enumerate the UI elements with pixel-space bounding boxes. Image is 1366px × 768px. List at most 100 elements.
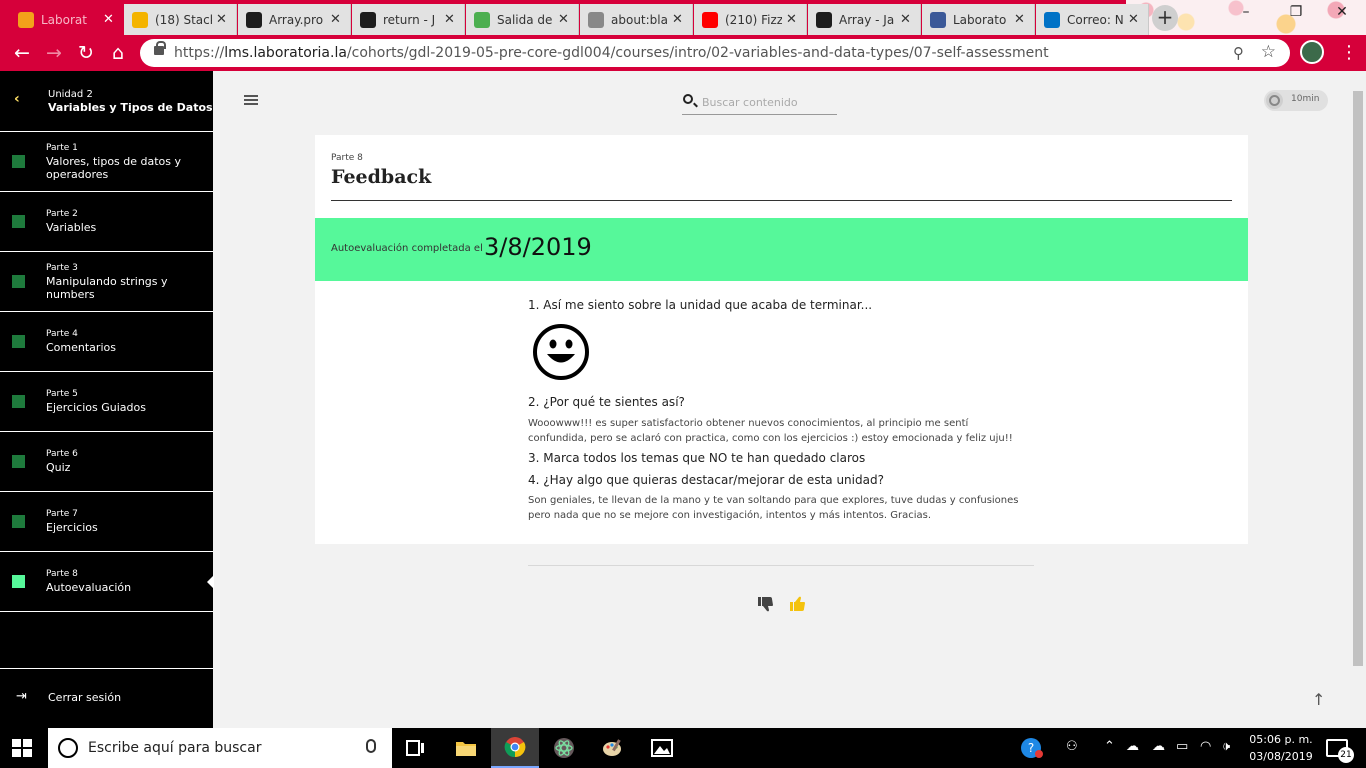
- sidebar-item-parte-4[interactable]: Parte 4 Comentarios: [0, 312, 213, 372]
- close-tab-icon[interactable]: ✕: [1014, 12, 1026, 27]
- minimize-button[interactable]: –: [1226, 4, 1266, 28]
- progress-square-icon: [12, 575, 25, 588]
- thumbs-down-icon[interactable]: [758, 596, 774, 612]
- atom-icon[interactable]: [540, 728, 588, 768]
- close-tab-icon[interactable]: ✕: [216, 12, 228, 27]
- progress-square-icon: [12, 155, 25, 168]
- active-indicator: [207, 575, 214, 589]
- chevron-left-icon[interactable]: ‹: [14, 91, 20, 107]
- browser-tab[interactable]: Laborato ✕: [922, 4, 1035, 35]
- sidebar-item-parte-8[interactable]: Parte 8 Autoevaluación: [0, 552, 214, 612]
- duration-label: 10min: [1291, 94, 1320, 104]
- reload-icon[interactable]: ↻: [72, 39, 100, 67]
- browser-tab[interactable]: Array - Ja ✕: [808, 4, 921, 35]
- browser-tab[interactable]: return - J ✕: [352, 4, 465, 35]
- restore-button[interactable]: ❐: [1276, 4, 1316, 28]
- volume-icon[interactable]: 🕩: [1222, 739, 1230, 754]
- part-title: Valores, tipos de datos y operadores: [46, 155, 182, 181]
- close-tab-icon[interactable]: ✕: [900, 12, 912, 27]
- close-tab-icon[interactable]: ✕: [444, 12, 456, 27]
- close-window-button[interactable]: ✕: [1322, 4, 1362, 28]
- browser-menu-icon[interactable]: ⋮: [1340, 42, 1358, 63]
- bookmark-star-icon[interactable]: ☆: [1261, 42, 1276, 62]
- question-2: 2. ¿Por qué te sientes así?: [528, 395, 685, 409]
- microphone-icon[interactable]: [366, 739, 376, 753]
- browser-tab[interactable]: Salida de ✕: [466, 4, 579, 35]
- battery-icon[interactable]: ▭: [1176, 739, 1188, 754]
- help-icon[interactable]: ?: [1020, 737, 1044, 763]
- back-arrow-icon[interactable]: ←: [8, 39, 36, 67]
- windows-start-icon[interactable]: [12, 739, 32, 757]
- tab-title: about:bla: [611, 12, 668, 27]
- progress-square-icon: [12, 455, 25, 468]
- sidebar-item-parte-2[interactable]: Parte 2 Variables: [0, 192, 213, 252]
- progress-square-icon: [12, 515, 25, 528]
- file-explorer-icon[interactable]: [442, 728, 490, 768]
- clock-icon: [1266, 92, 1283, 109]
- windows-taskbar: Escribe aquí para buscar ? ⚇ ⌃ ☁ ☁ ▭ ◠ 🕩…: [0, 728, 1366, 768]
- new-tab-button[interactable]: +: [1152, 5, 1178, 31]
- browser-tab[interactable]: Correo: N ✕: [1036, 4, 1149, 35]
- zoom-icon[interactable]: ⚲: [1233, 44, 1244, 62]
- paint-icon[interactable]: [589, 728, 637, 768]
- browser-tab[interactable]: (18) Stack ✕: [124, 4, 237, 35]
- scroll-to-top-icon[interactable]: ↑: [1312, 690, 1325, 709]
- search-input[interactable]: [702, 93, 832, 111]
- sidebar-item-parte-5[interactable]: Parte 5 Ejercicios Guiados: [0, 372, 213, 432]
- url-text[interactable]: https://lms.laboratoria.la/cohorts/gdl-2…: [174, 45, 1049, 61]
- thumbs-up-icon[interactable]: [790, 596, 806, 612]
- system-clock[interactable]: 05:06 p. m. 03/08/2019: [1246, 731, 1316, 765]
- completion-label: Autoevaluación completada el: [331, 243, 483, 254]
- close-tab-icon[interactable]: ✕: [558, 12, 570, 27]
- part-title: Ejercicios Guiados: [46, 401, 146, 414]
- sidebar-item-parte-7[interactable]: Parte 7 Ejercicios: [0, 492, 213, 552]
- tab-title: Salida de: [497, 12, 553, 27]
- taskbar-search-box[interactable]: Escribe aquí para buscar: [48, 728, 392, 768]
- wifi-icon[interactable]: ◠: [1200, 739, 1211, 754]
- hamburger-menu-icon[interactable]: [244, 95, 258, 107]
- cloud-sync-icon[interactable]: ☁: [1152, 739, 1165, 754]
- logout-icon[interactable]: ⇥: [16, 689, 27, 704]
- sidebar-item-parte-1[interactable]: Parte 1 Valores, tipos de datos y operad…: [0, 132, 213, 192]
- browser-tab[interactable]: Array.pro ✕: [238, 4, 351, 35]
- part-kicker: Parte 5: [46, 389, 78, 399]
- sidebar-item-parte-6[interactable]: Parte 6 Quiz: [0, 432, 213, 492]
- page-scrollbar[interactable]: [1350, 71, 1366, 728]
- notification-center-icon[interactable]: 21: [1326, 739, 1354, 763]
- browser-tab[interactable]: Laborat ✕: [10, 4, 123, 35]
- part-title: Comentarios: [46, 341, 116, 354]
- onedrive-icon[interactable]: ☁: [1126, 739, 1139, 754]
- browser-tab-bar: Laborat ✕ (18) Stack ✕ Array.pro ✕ return - J ✕…: [0, 0, 1366, 35]
- address-bar[interactable]: https://lms.laboratoria.la/cohorts/gdl-2…: [140, 39, 1290, 67]
- task-view-icon[interactable]: [392, 728, 440, 768]
- part-kicker: Parte 3: [46, 263, 78, 273]
- profile-avatar[interactable]: [1300, 40, 1324, 64]
- divider: [528, 565, 1034, 566]
- close-tab-icon[interactable]: ✕: [103, 12, 115, 27]
- unit-header[interactable]: ‹ Unidad 2 Variables y Tipos de Datos: [0, 71, 213, 132]
- browser-tab[interactable]: about:bla ✕: [580, 4, 693, 35]
- url-path: /cohorts/gdl-2019-05-pre-core-gdl004/cou…: [346, 45, 1049, 61]
- progress-square-icon: [12, 275, 25, 288]
- page-title: Feedback: [331, 166, 432, 188]
- browser-tab[interactable]: (210) Fizz ✕: [694, 4, 807, 35]
- photos-icon[interactable]: [638, 728, 686, 768]
- progress-square-icon: [12, 215, 25, 228]
- tab-title: Correo: N: [1067, 12, 1124, 27]
- search-box[interactable]: [682, 93, 837, 115]
- chrome-icon[interactable]: [491, 728, 539, 768]
- w3-icon: [474, 11, 490, 28]
- sidebar-item-parte-3[interactable]: Parte 3 Manipulando strings y numbers: [0, 252, 213, 312]
- chevron-up-icon[interactable]: ⌃: [1104, 739, 1115, 754]
- close-tab-icon[interactable]: ✕: [330, 12, 342, 27]
- close-tab-icon[interactable]: ✕: [786, 12, 798, 27]
- home-icon[interactable]: ⌂: [104, 39, 132, 67]
- logout-button[interactable]: Cerrar sesión: [48, 691, 121, 704]
- close-tab-icon[interactable]: ✕: [1128, 12, 1140, 27]
- forward-arrow-icon[interactable]: →: [40, 39, 68, 67]
- people-icon[interactable]: ⚇: [1066, 739, 1078, 754]
- scrollbar-thumb[interactable]: [1353, 91, 1363, 666]
- clock-date: 03/08/2019: [1249, 750, 1313, 763]
- part-kicker: Parte 7: [46, 509, 78, 519]
- close-tab-icon[interactable]: ✕: [672, 12, 684, 27]
